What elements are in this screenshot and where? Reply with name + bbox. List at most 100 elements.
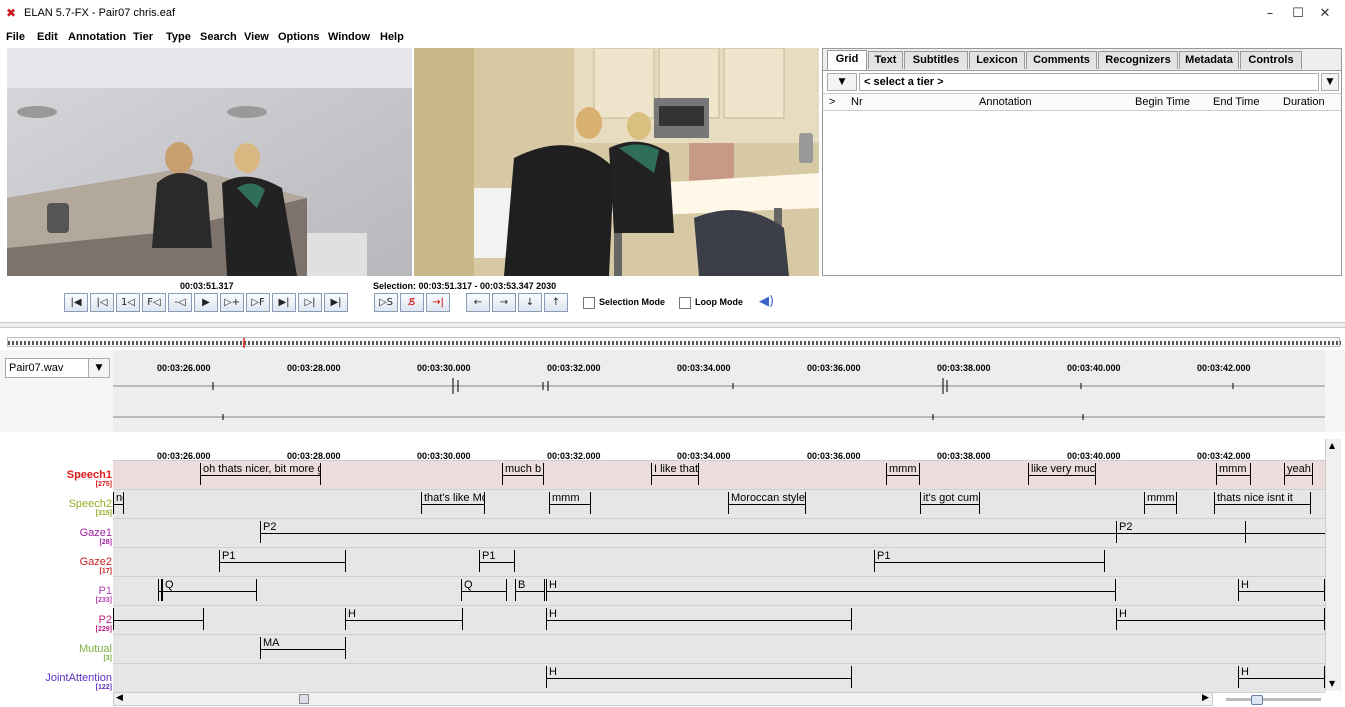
selection-mode-checkbox[interactable] xyxy=(583,297,595,309)
tier-label-p1[interactable]: P1 [233] xyxy=(0,585,112,604)
scroll-up-icon[interactable]: ▲ xyxy=(1329,441,1335,450)
tab-grid[interactable]: Grid xyxy=(827,50,867,70)
chevron-down-icon[interactable]: ▼ xyxy=(1321,73,1339,91)
scroll-left-icon[interactable]: ◀ xyxy=(116,693,123,703)
tier-label-mutual[interactable]: Mutual [3] xyxy=(0,643,112,662)
arrow-up-button[interactable]: ↑ xyxy=(544,293,568,312)
tab-subtitles[interactable]: Subtitles xyxy=(904,51,968,69)
tier-row[interactable]: MA xyxy=(113,635,1325,664)
tab-text[interactable]: Text xyxy=(868,51,903,69)
menu-annotation[interactable]: Annotation xyxy=(68,31,126,43)
tier-row[interactable]: QQBHH xyxy=(113,577,1325,606)
audio-file-select[interactable]: Pair07.wav xyxy=(5,358,91,378)
annotation[interactable]: H xyxy=(546,579,1116,601)
arrow-left-button[interactable]: ← xyxy=(466,293,490,312)
arrow-right-button[interactable]: → xyxy=(492,293,516,312)
annotation[interactable]: much b xyxy=(502,463,544,485)
horizontal-scrollbar[interactable]: ◀ ▶ xyxy=(113,692,1213,706)
grid-col-begin[interactable]: Begin Time xyxy=(1135,96,1190,108)
tier-row[interactable]: P1 P1 P1 xyxy=(113,548,1325,577)
annotation[interactable]: H xyxy=(1116,608,1325,630)
vertical-scrollbar[interactable]: ▲ ▼ xyxy=(1325,439,1341,691)
annotation[interactable]: H xyxy=(1238,666,1325,688)
annotation[interactable]: B xyxy=(515,579,545,601)
annotation[interactable]: it's got cum xyxy=(920,492,980,514)
menu-file[interactable]: File xyxy=(6,31,25,43)
grid-col-end[interactable]: End Time xyxy=(1213,96,1259,108)
clear-selection-button[interactable]: S̸ xyxy=(400,293,424,312)
annotation[interactable]: oh thats nicer, bit more g xyxy=(200,463,321,485)
grid-col-duration[interactable]: Duration xyxy=(1283,96,1325,108)
annotation[interactable]: P2 xyxy=(1116,521,1246,543)
menu-help[interactable]: Help xyxy=(380,31,404,43)
overview-ruler[interactable] xyxy=(7,337,1341,348)
menu-search[interactable]: Search xyxy=(200,31,237,43)
annotation[interactable]: P1 xyxy=(219,550,346,572)
tier-label-gaze1[interactable]: Gaze1 [28] xyxy=(0,527,112,546)
menu-options[interactable]: Options xyxy=(278,31,320,43)
grid-col-annotation[interactable]: Annotation xyxy=(979,96,1032,108)
chevron-down-icon[interactable]: ▼ xyxy=(88,358,110,378)
previous-pixel-button[interactable]: F◁ xyxy=(142,293,166,312)
annotation[interactable]: Q xyxy=(461,579,507,601)
tab-metadata[interactable]: Metadata xyxy=(1179,51,1239,69)
annotation[interactable]: P1 xyxy=(874,550,1105,572)
tier-select[interactable]: < select a tier > xyxy=(859,73,1319,91)
tab-comments[interactable]: Comments xyxy=(1026,51,1097,69)
annotation[interactable]: mmm xyxy=(1144,492,1177,514)
tab-recognizers[interactable]: Recognizers xyxy=(1098,51,1178,69)
video-player-1[interactable] xyxy=(7,48,412,276)
tier-label-jointattention[interactable]: JointAttention [122] xyxy=(0,672,112,691)
panel-divider[interactable] xyxy=(0,322,1345,328)
annotation[interactable]: H xyxy=(546,608,852,630)
play-selection-button[interactable]: ▷S xyxy=(374,293,398,312)
menu-view[interactable]: View xyxy=(244,31,269,43)
annotation[interactable]: that's like Mo xyxy=(421,492,485,514)
previous-second-button[interactable]: 1◁ xyxy=(116,293,140,312)
menu-tier[interactable]: Tier xyxy=(133,31,153,43)
loop-mode-checkbox[interactable] xyxy=(679,297,691,309)
annotation[interactable]: H xyxy=(345,608,463,630)
annotation[interactable]: Q xyxy=(162,579,257,601)
selection-to-end-button[interactable]: →| xyxy=(426,293,450,312)
grid-col-marker[interactable]: > xyxy=(829,96,835,108)
annotation[interactable]: ne xyxy=(113,492,124,514)
tab-lexicon[interactable]: Lexicon xyxy=(969,51,1025,69)
play-selection-backward-button[interactable]: -◁ xyxy=(168,293,192,312)
tier-row[interactable]: P2 P2 xyxy=(113,519,1325,548)
annotation[interactable]: H xyxy=(1238,579,1325,601)
tier-dropdown-icon[interactable]: ▼ xyxy=(827,73,857,91)
zoom-slider[interactable] xyxy=(1226,695,1321,705)
next-second-button[interactable]: ▷F xyxy=(246,293,270,312)
scroll-down-icon[interactable]: ▼ xyxy=(1329,679,1335,688)
video-player-2[interactable] xyxy=(414,48,819,276)
go-to-begin-button[interactable]: |◀ xyxy=(64,293,88,312)
go-to-end-button[interactable]: ▶| xyxy=(324,293,348,312)
tier-label-speech1[interactable]: Speech1 [275] xyxy=(0,469,112,488)
tier-label-gaze2[interactable]: Gaze2 [17] xyxy=(0,556,112,575)
annotation[interactable]: like very muc xyxy=(1028,463,1096,485)
scroll-right-icon[interactable]: ▶ xyxy=(1202,693,1209,703)
tier-row[interactable]: ne that's like Mo mmm Moroccan style it's go… xyxy=(113,490,1325,519)
annotation[interactable]: thats nice isnt it xyxy=(1214,492,1311,514)
minimize-button[interactable]: – xyxy=(1255,4,1285,24)
close-button[interactable]: ✕ xyxy=(1310,4,1340,24)
annotation[interactable]: P1 xyxy=(479,550,515,572)
annotation[interactable]: Moroccan style xyxy=(728,492,806,514)
annotation[interactable]: mmm xyxy=(549,492,591,514)
next-annotation-button[interactable]: ▷| xyxy=(298,293,322,312)
annotation[interactable] xyxy=(113,608,204,630)
maximize-button[interactable]: ☐ xyxy=(1283,4,1313,24)
tab-controls[interactable]: Controls xyxy=(1240,51,1302,69)
menu-window[interactable]: Window xyxy=(328,31,370,43)
annotation[interactable]: mmm xyxy=(886,463,920,485)
tier-label-p2[interactable]: P2 [229] xyxy=(0,614,112,633)
tier-label-speech2[interactable]: Speech2 [315] xyxy=(0,498,112,517)
grid-col-nr[interactable]: Nr xyxy=(851,96,863,108)
annotation[interactable]: mmm xyxy=(1216,463,1251,485)
annotation[interactable]: MA xyxy=(260,637,346,659)
next-frame-button[interactable]: ▶| xyxy=(272,293,296,312)
previous-frame-button[interactable]: |◁ xyxy=(90,293,114,312)
scroll-thumb[interactable] xyxy=(299,694,309,704)
annotation[interactable]: I like that xyxy=(651,463,699,485)
